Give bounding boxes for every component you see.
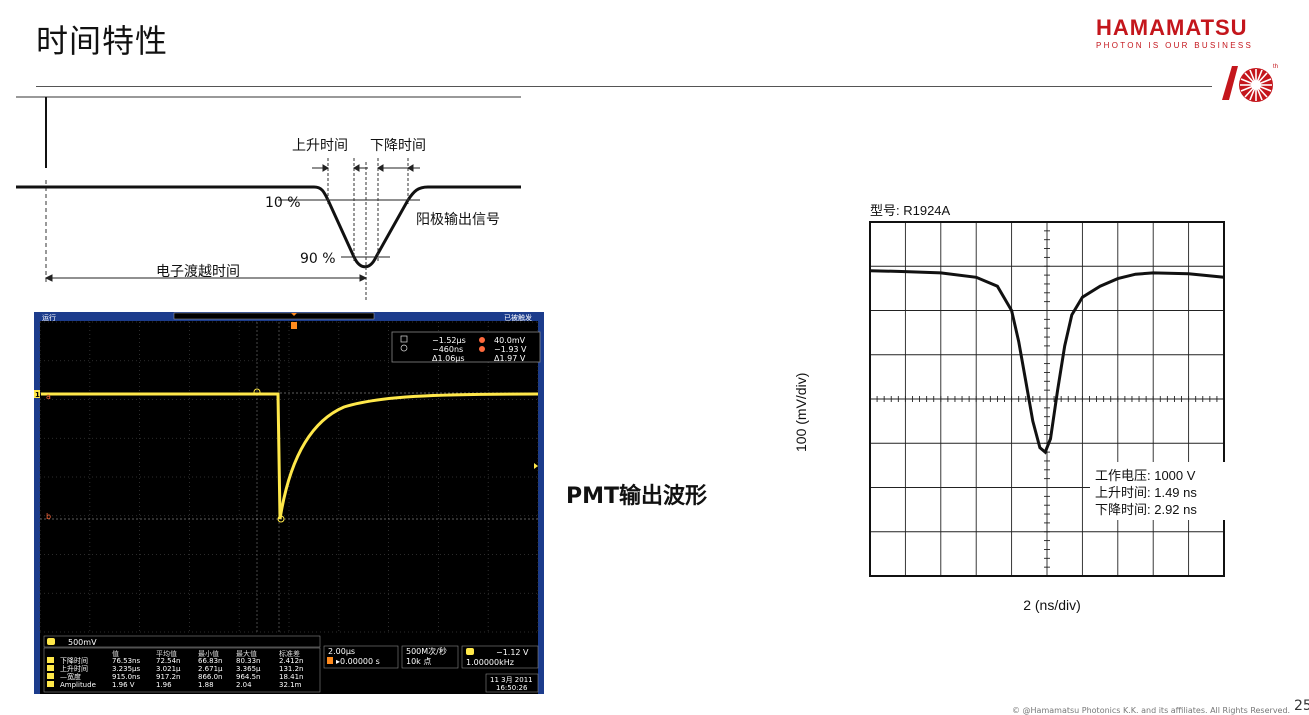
y-axis-label: 100 (mV/div)	[793, 373, 809, 452]
level-90-label: 90 %	[300, 251, 336, 267]
meas-cell: 3.021µ	[156, 665, 181, 673]
page-number: 25	[1294, 698, 1309, 714]
hamamatsu-logo: HAMAMATSU PHOTON IS OUR BUSINESS	[1096, 15, 1280, 51]
operating-voltage: 工作电压: 1000 V	[1095, 468, 1196, 483]
oscilloscope-screenshot: 运行 已被触发 1 a b −1.52µs −460ns Δ1.06µs 40.…	[34, 312, 544, 694]
timing-diagram: 上升时间 下降时间 10 % 90 % 阳极输出信号 电子渡越时间	[16, 96, 521, 302]
cursor-delta-time: Δ1.06µs	[432, 354, 465, 363]
fall-time-label: 下降时间	[370, 138, 426, 154]
trigger-frequency: 1.00000kHz	[466, 658, 514, 667]
trigger-level: −1.12 V	[496, 648, 529, 657]
x-axis-label: 2 (ns/div)	[1023, 597, 1081, 613]
meas-cell: 866.0n	[198, 673, 222, 681]
meas-cell: 1.88	[198, 681, 214, 689]
cursor-b-time: −460ns	[432, 345, 463, 354]
svg-text:a: a	[46, 392, 51, 401]
meas-cell: 2.04	[236, 681, 252, 689]
cursor-a-volt: 40.0mV	[494, 336, 526, 345]
logo-tagline: PHOTON IS OUR BUSINESS	[1096, 41, 1254, 50]
meas-cell: 964.5n	[236, 673, 260, 681]
pmt-output-label: PMT输出波形	[566, 484, 708, 509]
meas-cell: 131.2n	[279, 665, 303, 673]
meas-cell: 76.53ns	[112, 657, 140, 665]
meas-cell: 2.671µ	[198, 665, 223, 673]
slide-title: 时间特性	[36, 22, 169, 60]
meas-row-name: —宽度	[60, 672, 81, 681]
meas-cell: 1.96 V	[112, 681, 135, 689]
meas-cell: 18.41n	[279, 673, 303, 681]
anniv-th: th	[1273, 64, 1278, 70]
record-length: 10k 点	[406, 657, 431, 666]
timebase: 2.00µs	[328, 647, 355, 656]
scope-time: 16:50:26	[496, 684, 528, 692]
meas-cell: 32.1m	[279, 681, 302, 689]
logo-brand: HAMAMATSU	[1096, 15, 1248, 40]
scope-trigger-status: 已被触发	[504, 313, 532, 322]
trigger-position: ▸0.00000 s	[336, 657, 380, 666]
rise-time-label: 上升时间	[292, 138, 348, 154]
pmt-waveform-chart: 型号: R1924A 工作电压: 1000 V 上升时间: 1.49 ns 下降…	[793, 203, 1226, 613]
meas-cell: 915.0ns	[112, 673, 140, 681]
meas-cell: 3.235µs	[112, 665, 140, 673]
meas-cell: 80.33n	[236, 657, 260, 665]
svg-text:1: 1	[35, 391, 40, 399]
meas-row-name: 上升时间	[60, 664, 88, 673]
cursor-delta-volt: Δ1.97 V	[494, 354, 526, 363]
scope-run-status: 运行	[42, 313, 56, 322]
level-10-label: 10 %	[265, 195, 301, 211]
chart-title: 型号: R1924A	[870, 203, 951, 218]
meas-cell: 2.412n	[279, 657, 303, 665]
meas-cell: 66.83n	[198, 657, 222, 665]
fall-time-value: 下降时间: 2.92 ns	[1095, 502, 1197, 517]
anode-output-label: 阳极输出信号	[416, 212, 500, 228]
svg-text:b: b	[46, 512, 51, 521]
rise-time-value: 上升时间: 1.49 ns	[1095, 485, 1197, 500]
meas-cell: 72.54n	[156, 657, 180, 665]
transit-time-label: 电子渡越时间	[156, 264, 240, 280]
meas-cell: 3.365µ	[236, 665, 261, 673]
cursor-b-volt: −1.93 V	[494, 345, 527, 354]
scope-date: 11 3月 2011	[490, 676, 533, 684]
meas-row-name: 下降时间	[60, 656, 88, 665]
meas-cell: 1.96	[156, 681, 172, 689]
meas-row-name: Amplitude	[60, 681, 96, 689]
anniversary-logo-icon: th	[1222, 64, 1278, 102]
sample-rate: 500M次/秒	[406, 646, 447, 656]
cursor-a-time: −1.52µs	[432, 336, 466, 345]
title-divider	[36, 86, 1212, 87]
meas-cell: 917.2n	[156, 673, 180, 681]
ch1-scale: 500mV	[68, 638, 97, 647]
